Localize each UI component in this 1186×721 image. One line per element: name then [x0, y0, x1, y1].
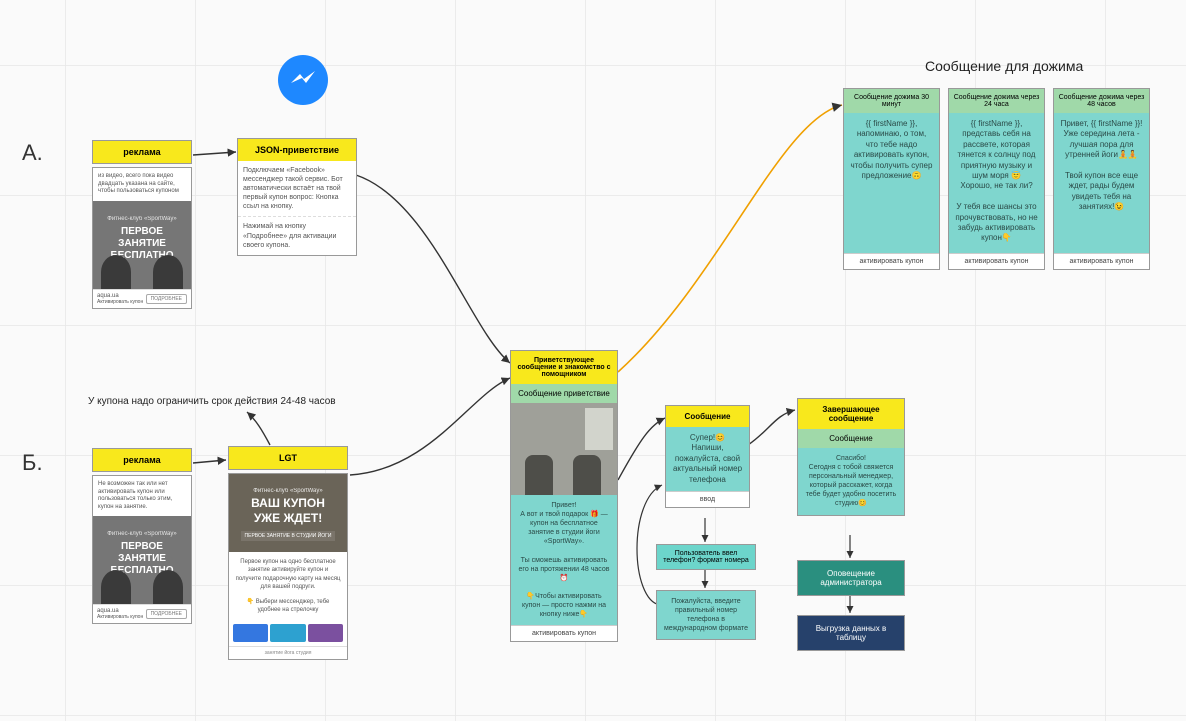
- ad-a-card[interactable]: реклама из видео, всего пока видео двадц…: [92, 140, 192, 309]
- final-body: Спасибо! Сегодня с тобой свяжется персон…: [798, 448, 904, 515]
- json-header: JSON-приветствие: [238, 139, 356, 161]
- phone-error: Пожалуйста, введите правильный номер тел…: [656, 590, 756, 640]
- push-title: Сообщение для дожима: [925, 58, 1083, 74]
- final-card[interactable]: Завершающее сообщение Сообщение Спасибо!…: [797, 398, 905, 516]
- export-data[interactable]: Выгрузка данных в таблицу: [797, 615, 905, 651]
- telegram-icon[interactable]: [270, 624, 305, 642]
- message-input[interactable]: ввод: [666, 491, 749, 507]
- ad-a-desc: из видео, всего пока видео двадцать указ…: [93, 168, 191, 201]
- lgt-footer: занятие йога студия: [229, 646, 347, 659]
- ad-a-promo: Фитнес-клуб «SportWay» ПЕРВОЕ ЗАНЯТИЕ БЕ…: [93, 201, 191, 289]
- welcome-activate-button[interactable]: активировать купон: [511, 625, 617, 641]
- ad-a-more-button[interactable]: ПОДРОБНЕЕ: [146, 294, 187, 304]
- messenger-icon: [278, 55, 328, 105]
- ad-b-header: реклама: [93, 449, 191, 471]
- section-b-label: Б.: [22, 450, 43, 476]
- json-card[interactable]: JSON-приветствие Подключаем «Facebook» м…: [237, 138, 357, 256]
- lgt-body2: 👇 Выбери мессенджер, тебе удобнее на стр…: [229, 598, 347, 621]
- ad-b-desc: Не возможен так или нет активировать куп…: [93, 476, 191, 516]
- yoga-image: [511, 403, 617, 495]
- lgt-card[interactable]: LGT Фитнес-клуб «SportWay» ВАШ КУПОН УЖЕ…: [228, 446, 348, 660]
- welcome-msg: Привет! А вот и твой подарок 🎁 — купон н…: [511, 495, 617, 625]
- coupon-note: У купона надо ограничить срок действия 2…: [88, 396, 336, 407]
- message-header: Сообщение: [666, 406, 749, 427]
- lgt-messenger-icons[interactable]: [229, 620, 347, 646]
- ad-b-more-button[interactable]: ПОДРОБНЕЕ: [146, 609, 187, 619]
- push-30min[interactable]: Сообщение дожима 30 минут {{ firstName }…: [843, 88, 940, 270]
- notify-admin[interactable]: Оповещение администратора: [797, 560, 905, 596]
- phone-check: Пользователь ввел телефон? формат номера: [656, 544, 756, 570]
- push-48h-button[interactable]: активировать купон: [1054, 253, 1149, 269]
- welcome-sub: Сообщение приветствие: [511, 384, 617, 403]
- message-body: Супер!😊 Напиши, пожалуйста, свой актуаль…: [666, 427, 749, 491]
- facebook-icon[interactable]: [233, 624, 268, 642]
- ad-b-promo: Фитнес-клуб «SportWay» ПЕРВОЕ ЗАНЯТИЕ БЕ…: [93, 516, 191, 604]
- welcome-header: Приветствующее сообщение и знакомство с …: [511, 351, 617, 384]
- ad-a-cta: Активировать купон: [97, 299, 143, 305]
- final-sub: Сообщение: [798, 429, 904, 448]
- push-48h[interactable]: Сообщение дожима через 48 часов Привет, …: [1053, 88, 1150, 270]
- ad-b-card[interactable]: реклама Не возможен так или нет активиро…: [92, 448, 192, 624]
- push-30min-button[interactable]: активировать купон: [844, 253, 939, 269]
- lgt-hero: Фитнес-клуб «SportWay» ВАШ КУПОН УЖЕ ЖДЕ…: [229, 474, 347, 552]
- message-card[interactable]: Сообщение Супер!😊 Напиши, пожалуйста, св…: [665, 405, 750, 508]
- ad-a-header: реклама: [93, 141, 191, 163]
- lgt-body1: Первое купон на одно бесплатное занятие …: [229, 552, 347, 598]
- final-header: Завершающее сообщение: [798, 399, 904, 429]
- push-24h-button[interactable]: активировать купон: [949, 253, 1044, 269]
- push-24h[interactable]: Сообщение дожима через 24 часа {{ firstN…: [948, 88, 1045, 270]
- viber-icon[interactable]: [308, 624, 343, 642]
- json-p2: Нажимай на кнопку «Подробнее» для актива…: [238, 216, 356, 254]
- section-a-label: А.: [22, 140, 43, 166]
- json-p1: Подключаем «Facebook» мессенджер такой с…: [238, 161, 356, 216]
- welcome-card[interactable]: Приветствующее сообщение и знакомство с …: [510, 350, 618, 642]
- lgt-header: LGT: [229, 447, 347, 469]
